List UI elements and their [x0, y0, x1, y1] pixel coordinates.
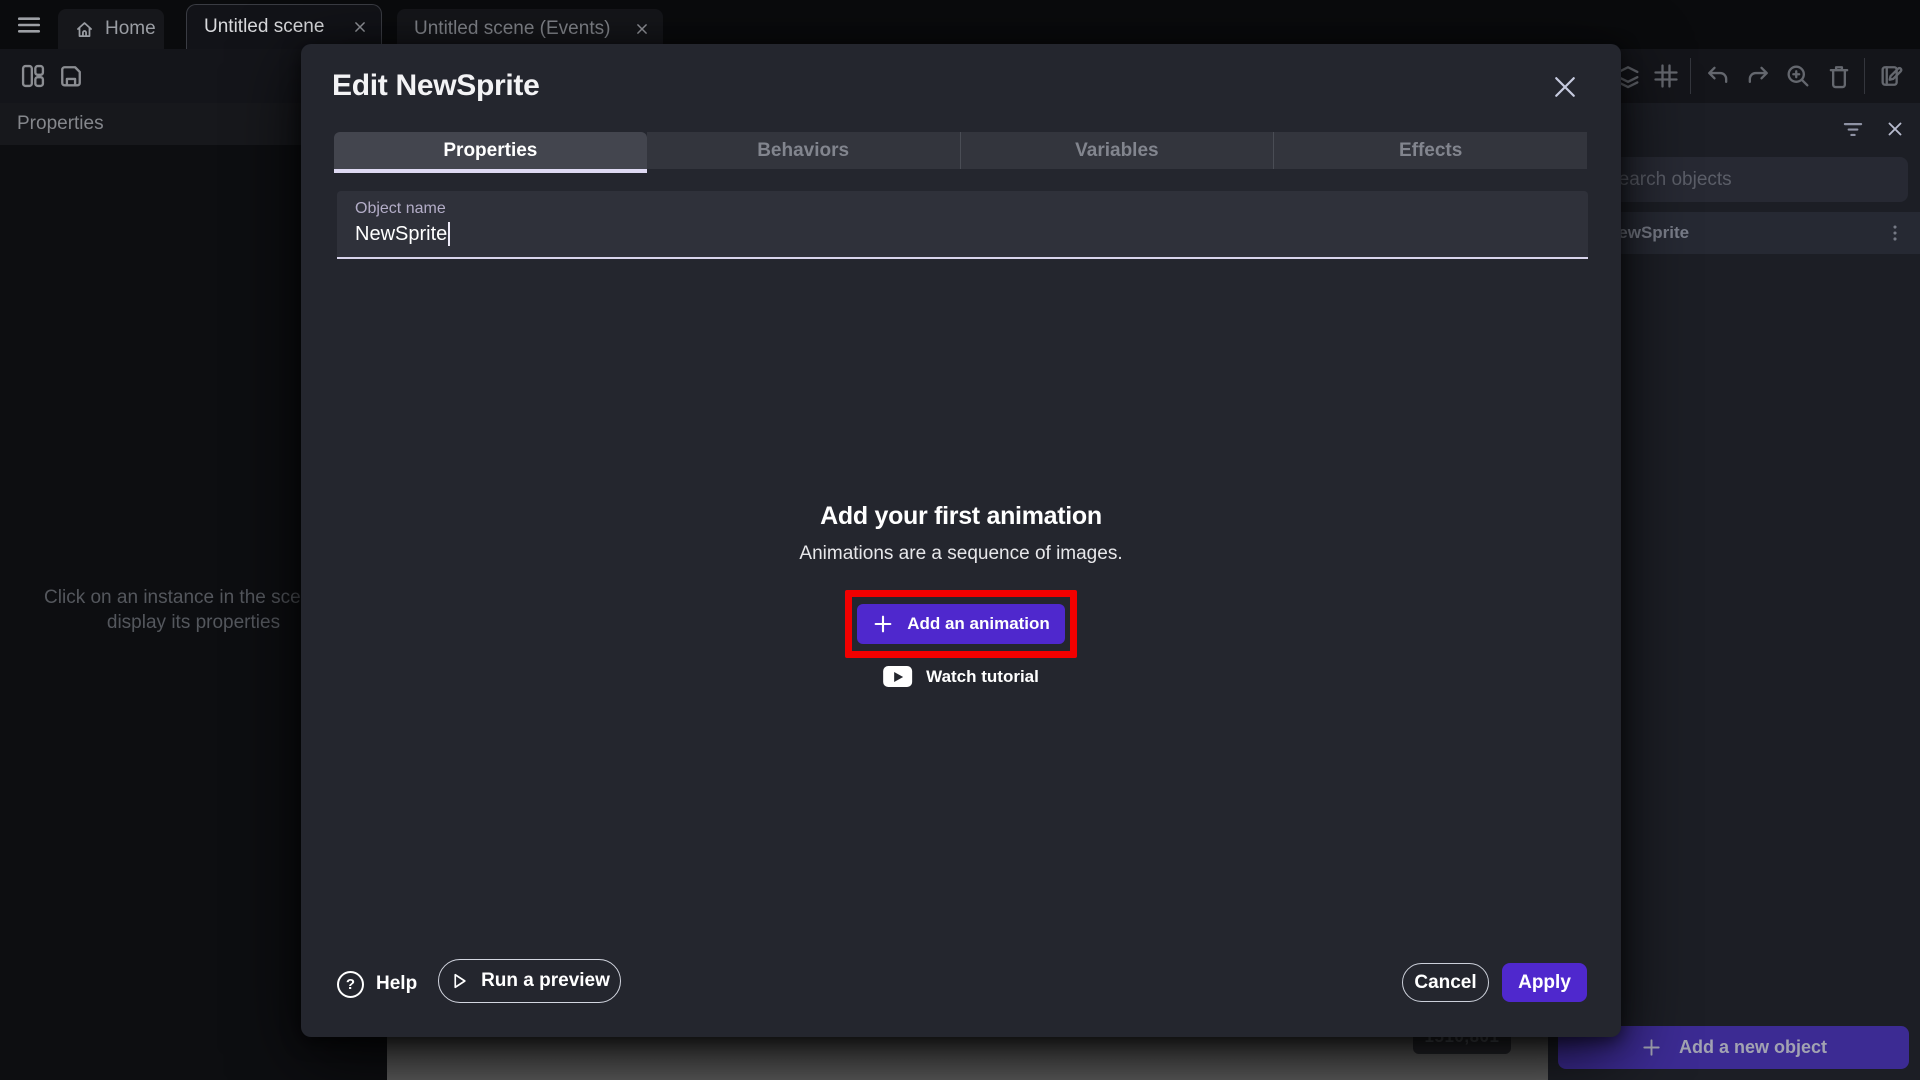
tab-variables[interactable]: Variables — [960, 132, 1274, 169]
help-button[interactable]: ? Help — [337, 966, 417, 1002]
tab-properties[interactable]: Properties — [334, 132, 647, 173]
close-icon[interactable] — [351, 18, 369, 36]
close-icon[interactable] — [1884, 118, 1906, 140]
editor-layout-icon[interactable] — [19, 62, 47, 90]
close-icon[interactable] — [633, 20, 651, 38]
tab-scene-label: Untitled scene — [204, 16, 339, 38]
help-icon: ? — [337, 971, 364, 998]
apply-button[interactable]: Apply — [1502, 963, 1587, 1002]
scene-canvas[interactable]: 1510,801 — [387, 1035, 1548, 1080]
plus-icon — [872, 613, 894, 635]
help-label: Help — [376, 973, 417, 995]
tutorial-highlight-box: Add an animation — [845, 590, 1077, 658]
tab-behaviors[interactable]: Behaviors — [647, 132, 960, 169]
zoom-in-icon[interactable] — [1784, 62, 1812, 90]
tab-untitled-scene-events[interactable]: Untitled scene (Events) — [397, 9, 663, 49]
toolbar-separator — [1864, 58, 1865, 94]
top-bar: Home Untitled scene Untitled scene (Even… — [0, 0, 1920, 49]
tab-home[interactable]: Home — [58, 9, 164, 49]
tab-effects[interactable]: Effects — [1273, 132, 1587, 169]
object-name-input[interactable]: Object name NewSprite — [337, 191, 1588, 259]
toolbar-separator — [1690, 58, 1691, 94]
youtube-icon — [883, 666, 912, 687]
scene-notes-icon[interactable] — [1878, 62, 1906, 90]
add-animation-button[interactable]: Add an animation — [857, 604, 1065, 644]
dialog-title: Edit NewSprite — [332, 69, 540, 103]
filter-icon[interactable] — [1840, 116, 1866, 142]
edit-object-dialog: Edit NewSprite Properties Behaviors Vari… — [301, 44, 1621, 1037]
empty-state-heading: Add your first animation — [301, 502, 1621, 531]
main-menu-button[interactable] — [14, 12, 44, 38]
watch-tutorial-label: Watch tutorial — [926, 667, 1039, 687]
tab-home-label: Home — [105, 18, 164, 40]
run-preview-label: Run a preview — [481, 970, 610, 992]
undo-icon[interactable] — [1704, 62, 1732, 90]
object-name-field-value: NewSprite — [355, 222, 450, 246]
grid-icon[interactable] — [1652, 62, 1680, 90]
watch-tutorial-button[interactable]: Watch tutorial — [883, 666, 1039, 687]
gdevelop-editor: Home Untitled scene Untitled scene (Even… — [0, 0, 1920, 1080]
tab-untitled-scene[interactable]: Untitled scene — [186, 4, 382, 49]
home-icon — [74, 19, 95, 40]
play-icon — [449, 971, 469, 991]
plus-icon — [1640, 1036, 1663, 1059]
dialog-tab-bar: Properties Behaviors Variables Effects — [334, 132, 1587, 173]
cancel-button[interactable]: Cancel — [1402, 963, 1489, 1002]
close-icon[interactable] — [1550, 72, 1580, 102]
object-name-field-label: Object name — [355, 200, 446, 218]
trash-icon[interactable] — [1825, 62, 1853, 90]
empty-state-subheading: Animations are a sequence of images. — [301, 543, 1621, 565]
run-preview-button[interactable]: Run a preview — [438, 959, 621, 1003]
add-new-object-label: Add a new object — [1679, 1037, 1827, 1058]
add-animation-label: Add an animation — [907, 614, 1050, 634]
text-cursor — [448, 222, 450, 246]
hamburger-menu-icon — [16, 12, 42, 38]
kebab-menu-icon[interactable] — [1884, 222, 1906, 244]
save-icon[interactable] — [57, 62, 85, 90]
tab-events-label: Untitled scene (Events) — [414, 18, 621, 40]
redo-icon[interactable] — [1744, 62, 1772, 90]
